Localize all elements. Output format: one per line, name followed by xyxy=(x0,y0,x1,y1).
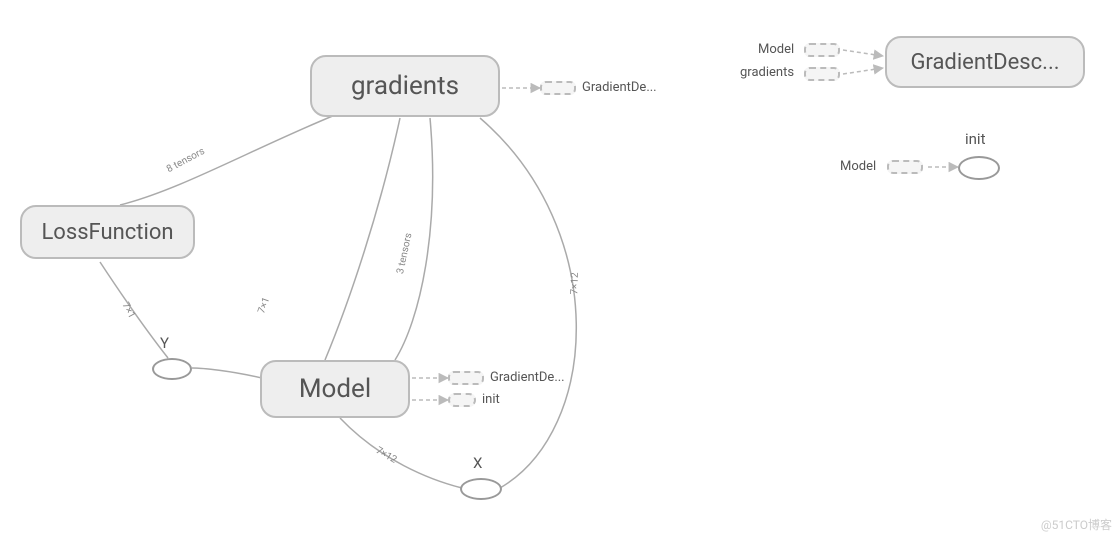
aux-input-model-label: Model xyxy=(758,42,794,57)
node-init-ellipse[interactable] xyxy=(958,156,1000,180)
watermark-text: @51CTO博客 xyxy=(1041,516,1112,533)
ghost-gradients-out xyxy=(540,81,576,95)
ghost-aux-init-model xyxy=(887,160,923,174)
label-model-out-init: init xyxy=(482,392,500,407)
edge-label-grad-x: 7×12 xyxy=(569,272,581,295)
label-gradients-out: GradientDe... xyxy=(582,80,657,95)
ghost-aux-gradients xyxy=(804,67,840,81)
node-y-label: Y xyxy=(160,334,169,352)
ghost-model-out-init xyxy=(448,393,476,407)
node-label: Model xyxy=(299,374,371,404)
node-model[interactable]: Model xyxy=(260,360,410,418)
ghost-aux-model xyxy=(804,43,840,57)
aux-input-gradients-label: gradients xyxy=(740,65,794,80)
node-label: GradientDesc... xyxy=(910,50,1059,75)
ghost-model-out-gd xyxy=(448,371,484,385)
node-x-ellipse[interactable] xyxy=(460,478,502,500)
node-gradients[interactable]: gradients xyxy=(310,55,500,117)
node-label: gradients xyxy=(351,71,459,101)
label-model-out-gd: GradientDe... xyxy=(490,370,565,385)
node-y-ellipse[interactable] xyxy=(152,358,192,380)
node-gradient-descent[interactable]: GradientDesc... xyxy=(885,36,1085,88)
node-x-label: X xyxy=(473,454,482,472)
aux-init-label: init xyxy=(965,130,986,148)
aux-init-input-label: Model xyxy=(840,159,876,174)
node-label: LossFunction xyxy=(41,220,173,245)
node-loss-function[interactable]: LossFunction xyxy=(20,205,195,259)
